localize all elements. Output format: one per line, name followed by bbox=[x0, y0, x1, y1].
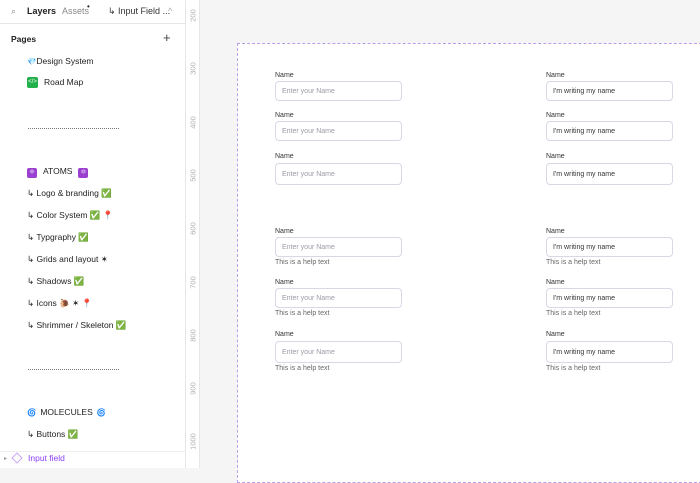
ruler-label: 300 bbox=[188, 62, 198, 76]
tab-assets[interactable]: Assets bbox=[62, 6, 89, 16]
page-icons[interactable]: ↳ Icons 🐌 ✶ 📍 bbox=[27, 298, 92, 309]
breadcrumb[interactable]: ↳ Input Field ... bbox=[108, 6, 170, 17]
ruler-label: 700 bbox=[188, 275, 198, 289]
input-value: I'm writing my name bbox=[553, 171, 616, 178]
page-road-map[interactable]: </> Road Map bbox=[27, 77, 84, 89]
help-text: This is a help text bbox=[546, 365, 601, 372]
name-input[interactable]: Enter your Name bbox=[275, 288, 402, 308]
name-input[interactable]: Enter your Name bbox=[275, 163, 402, 185]
chevron-up-icon[interactable]: ^ bbox=[168, 6, 172, 16]
ruler-label: 800 bbox=[188, 329, 198, 342]
name-input[interactable]: Enter your Name bbox=[275, 237, 402, 257]
gem-icon: 💎 bbox=[27, 57, 37, 66]
add-page-button[interactable]: + bbox=[163, 30, 171, 45]
divider bbox=[28, 128, 119, 129]
ruler-label: 600 bbox=[188, 222, 198, 235]
input-value: I'm writing my name bbox=[553, 128, 616, 135]
input-value: I'm writing my name bbox=[553, 244, 616, 251]
help-text: This is a help text bbox=[275, 259, 330, 266]
page-typography[interactable]: ↳ Typgraphy ✅ bbox=[27, 232, 89, 243]
name-input[interactable]: I'm writing my name bbox=[546, 121, 673, 141]
name-input[interactable]: I'm writing my name bbox=[546, 81, 673, 101]
input-placeholder: Enter your Name bbox=[282, 349, 335, 356]
vertical-ruler: 200 300 400 500 600 700 800 900 1000 bbox=[186, 0, 200, 468]
name-input[interactable]: Enter your Name bbox=[275, 121, 402, 141]
page-logo-branding[interactable]: ↳ Logo & branding ✅ bbox=[27, 188, 112, 199]
page-shimmer-skeleton[interactable]: ↳ Shrimmer / Skeleton ✅ bbox=[27, 320, 126, 331]
atom-icon: ⚛ bbox=[27, 168, 37, 178]
pages-title: Pages bbox=[11, 34, 37, 44]
page-buttons[interactable]: ↳ Buttons ✅ bbox=[27, 429, 78, 440]
field-label: Name bbox=[275, 279, 294, 286]
divider bbox=[28, 369, 119, 370]
name-input[interactable]: Enter your Name bbox=[275, 81, 402, 101]
help-text: This is a help text bbox=[546, 310, 601, 317]
field-label: Name bbox=[546, 331, 565, 338]
layer-label: Input field bbox=[28, 453, 65, 463]
expand-caret-icon[interactable]: ▸ bbox=[4, 455, 7, 462]
name-input[interactable]: I'm writing my name bbox=[546, 163, 673, 185]
help-text: This is a help text bbox=[275, 310, 330, 317]
layer-input-field[interactable]: ▸ Input field bbox=[0, 452, 186, 468]
field-label: Name bbox=[275, 228, 294, 235]
input-value: I'm writing my name bbox=[553, 349, 616, 356]
name-input[interactable]: Enter your Name bbox=[275, 341, 402, 363]
ruler-label: 400 bbox=[188, 115, 198, 129]
page-label: ATOMS bbox=[43, 166, 73, 176]
assets-dot: • bbox=[87, 2, 90, 11]
help-text: This is a help text bbox=[546, 259, 601, 266]
atom-icon: ⚛ bbox=[78, 168, 89, 178]
name-input[interactable]: I'm writing my name bbox=[546, 288, 673, 308]
page-design-system[interactable]: 💎Design System bbox=[27, 56, 94, 66]
panel-tabs: ⌕ Layers Assets • ↳ Input Field ... ^ bbox=[0, 0, 186, 24]
ruler-label: 1000 bbox=[188, 433, 198, 451]
page-molecules[interactable]: 🌀 MOLECULES 🌀 bbox=[27, 407, 106, 417]
input-placeholder: Enter your Name bbox=[282, 295, 335, 302]
field-label: Name bbox=[275, 112, 294, 119]
field-label: Name bbox=[275, 153, 294, 160]
field-label: Name bbox=[275, 72, 294, 79]
field-label: Name bbox=[546, 279, 565, 286]
component-icon bbox=[11, 452, 23, 464]
name-input[interactable]: I'm writing my name bbox=[546, 341, 673, 363]
page-grids-layout[interactable]: ↳ Grids and layout ✶ bbox=[27, 254, 108, 265]
page-label: Design System bbox=[36, 56, 94, 66]
page-shadows[interactable]: ↳ Shadows ✅ bbox=[27, 276, 84, 287]
ruler-label: 900 bbox=[188, 382, 198, 395]
help-text: This is a help text bbox=[275, 365, 330, 372]
name-input[interactable]: I'm writing my name bbox=[546, 237, 673, 257]
page-label: MOLECULES bbox=[40, 407, 93, 417]
ruler-label: 500 bbox=[188, 169, 198, 182]
search-icon[interactable]: ⌕ bbox=[11, 6, 16, 17]
tab-layers[interactable]: Layers bbox=[27, 6, 56, 16]
field-label: Name bbox=[546, 72, 565, 79]
input-placeholder: Enter your Name bbox=[282, 128, 335, 135]
input-placeholder: Enter your Name bbox=[282, 244, 335, 251]
input-placeholder: Enter your Name bbox=[282, 88, 335, 95]
field-label: Name bbox=[275, 331, 294, 338]
ruler-label: 200 bbox=[188, 9, 198, 22]
page-atoms[interactable]: ⚛ ATOMS ⚛ bbox=[27, 166, 89, 178]
page-label: Road Map bbox=[44, 77, 84, 87]
field-label: Name bbox=[546, 153, 565, 160]
input-placeholder: Enter your Name bbox=[282, 171, 335, 178]
cyclone-icon: 🌀 bbox=[27, 408, 37, 417]
code-icon: </> bbox=[27, 77, 38, 89]
page-color-system[interactable]: ↳ Color System ✅ 📍 bbox=[27, 210, 113, 221]
field-label: Name bbox=[546, 228, 565, 235]
input-value: I'm writing my name bbox=[553, 88, 616, 95]
field-label: Name bbox=[546, 112, 565, 119]
layers-panel: ⌕ Layers Assets • ↳ Input Field ... ^ Pa… bbox=[0, 0, 186, 468]
input-value: I'm writing my name bbox=[553, 295, 616, 302]
cyclone-icon: 🌀 bbox=[96, 408, 107, 417]
